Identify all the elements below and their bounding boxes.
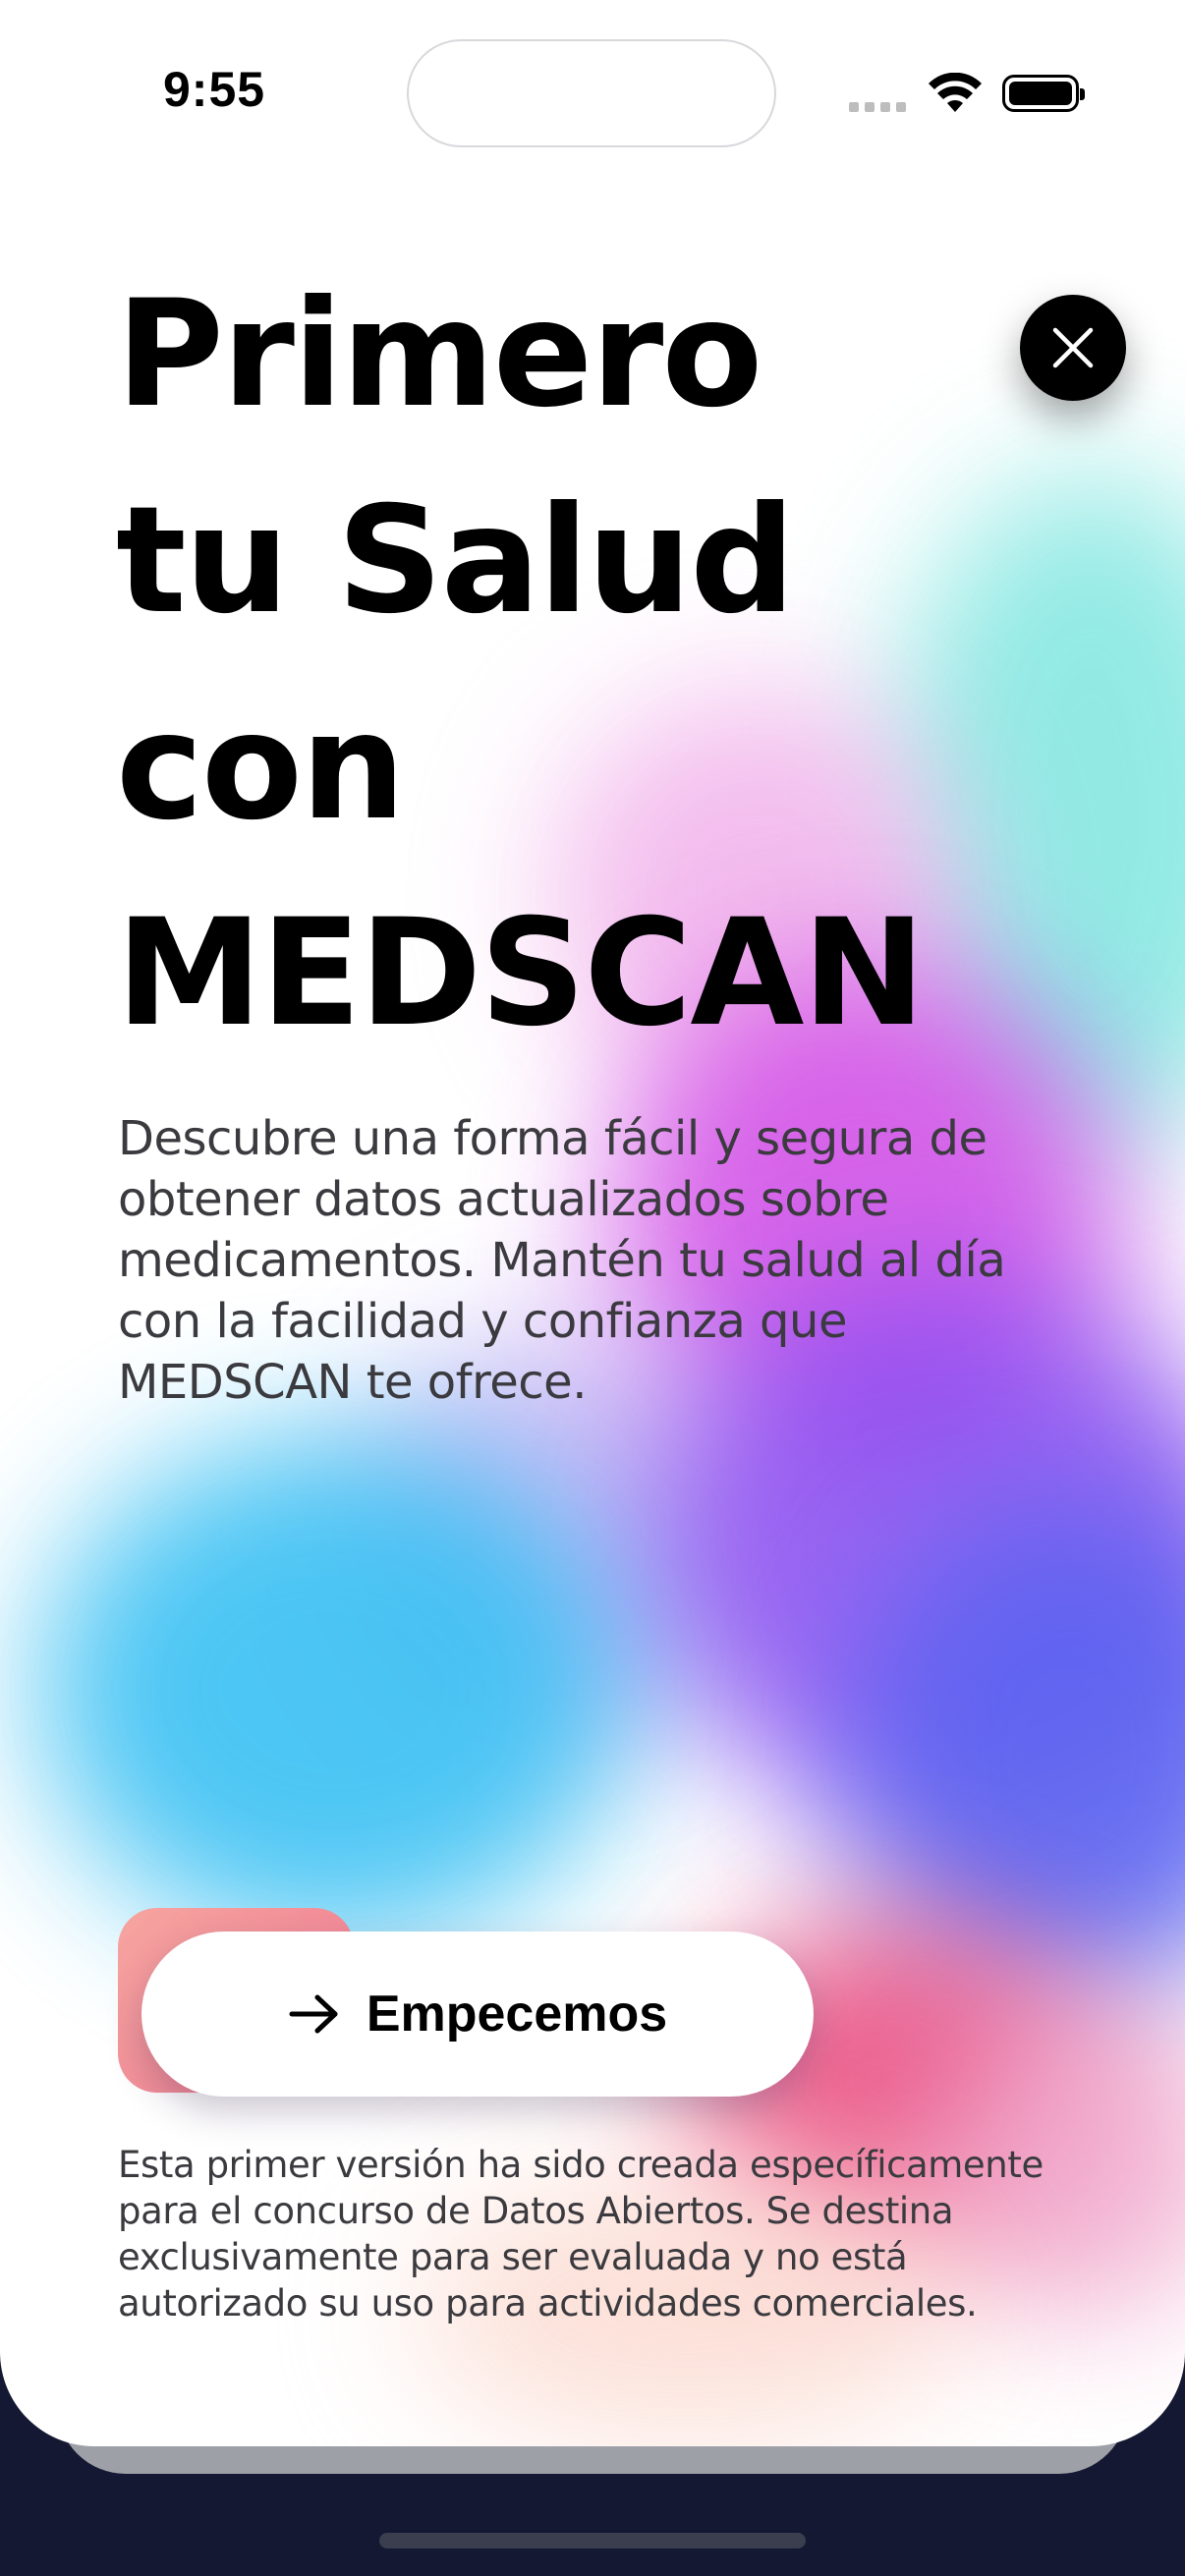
arrow-right-icon xyxy=(289,1994,338,2034)
dynamic-island xyxy=(407,39,776,147)
page-title: Primero tu Salud con MEDSCAN xyxy=(116,252,1000,1077)
title-line: Primero xyxy=(116,269,762,440)
battery-icon xyxy=(1002,75,1085,112)
close-button[interactable] xyxy=(1020,295,1126,401)
intro-description: Descubre una forma fácil y segura de obt… xyxy=(118,1111,1006,1410)
title-line: con xyxy=(116,682,406,853)
home-indicator[interactable] xyxy=(379,2533,806,2548)
close-icon xyxy=(1052,327,1094,368)
get-started-button[interactable]: Empecemos xyxy=(141,1932,814,2097)
screen: 9:55 Primero tu Salud con MEDSCAN Descub… xyxy=(0,0,1185,2576)
get-started-label: Empecemos xyxy=(366,1986,668,2043)
title-line: MEDSCAN xyxy=(116,888,926,1059)
title-line: tu Salud xyxy=(116,476,796,646)
status-time: 9:55 xyxy=(163,62,266,117)
onboarding-sheet: 9:55 Primero tu Salud con MEDSCAN Descub… xyxy=(0,0,1185,2446)
gradient-blob-cyan xyxy=(39,1434,629,1945)
signal-icon xyxy=(849,102,906,112)
wifi-icon xyxy=(929,73,982,112)
disclaimer-text: Esta primer versión ha sido creada espec… xyxy=(118,2144,1044,2324)
